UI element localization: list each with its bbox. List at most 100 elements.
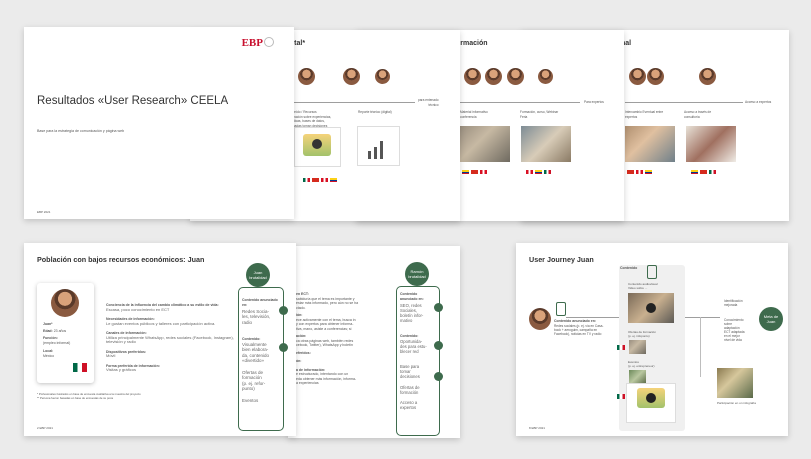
channel-heading: Contenido: bbox=[242, 337, 261, 341]
detail-body: Visitas y gráficos bbox=[106, 367, 136, 372]
persona-role: (empleo informal) bbox=[43, 341, 71, 345]
detail-line: cebook, Twitter), WhatsApp y boletín bbox=[296, 343, 353, 347]
video-thumbnail[interactable] bbox=[294, 127, 341, 167]
channel-dot bbox=[434, 341, 443, 350]
box-label: Contenido audiovisual Video sobre ... bbox=[628, 282, 658, 290]
mexico-flag-icon bbox=[73, 363, 87, 372]
persona-details: Conciencia de la influencia del cambio c… bbox=[106, 303, 236, 373]
slide-footer: 2 EBP 2021 bbox=[37, 426, 53, 430]
phone-icon bbox=[647, 265, 657, 279]
avatar bbox=[375, 69, 390, 84]
country-flags bbox=[526, 170, 553, 176]
country-flags bbox=[462, 170, 489, 176]
persona-card: Juan* Edad: 23 años Función: (empleo inf… bbox=[37, 283, 94, 383]
photo-workshop bbox=[521, 126, 571, 162]
play-icon[interactable] bbox=[312, 139, 322, 149]
column-label: Reporte técnico (digital) bbox=[358, 110, 392, 114]
slide-heading: ormación bbox=[456, 40, 488, 47]
channel-body: Eventos bbox=[242, 398, 259, 403]
channel-dot bbox=[279, 306, 288, 315]
photo-expert bbox=[686, 126, 736, 162]
column-label: Formación, curso, Webinar Feria bbox=[520, 110, 559, 119]
slide-heading: User Journey Juan bbox=[529, 255, 594, 264]
photo-event bbox=[629, 370, 646, 383]
announced-body: Redes sociales (p. ej. vía en Casa- book… bbox=[554, 324, 604, 336]
slide-persona-juan[interactable]: Población con bajos recursos económicos:… bbox=[24, 243, 296, 436]
arrow-line bbox=[685, 317, 720, 318]
persona-role-label: Función: bbox=[43, 336, 58, 340]
persona-country: México bbox=[43, 354, 55, 358]
video-thumbnail[interactable] bbox=[628, 293, 674, 323]
photo-infographic bbox=[717, 368, 753, 398]
photo-event bbox=[625, 126, 675, 162]
detail-line: tiva, mano, asiste a conferencias; si bbox=[296, 326, 352, 331]
avatar bbox=[529, 308, 551, 330]
photo-training bbox=[629, 340, 646, 354]
photo-conference bbox=[460, 126, 510, 162]
channel-dot bbox=[434, 372, 443, 381]
ebp-logo: EBP bbox=[242, 37, 274, 49]
arrow-line bbox=[566, 317, 619, 318]
audience-label: Acceso a expertos bbox=[745, 100, 772, 104]
country-flags bbox=[691, 170, 718, 176]
channel-body: Acceso a expertos bbox=[400, 400, 418, 410]
country-flags bbox=[303, 178, 339, 184]
avatar bbox=[298, 68, 315, 85]
persona-country-label: Local: bbox=[43, 349, 54, 353]
channel-body: Oportunida- des para estu- blecer red bbox=[400, 339, 427, 354]
avatar bbox=[485, 68, 502, 85]
arrow-line bbox=[700, 317, 701, 377]
detail-body: Utiliza principalmente WhatsApp, redes s… bbox=[106, 334, 234, 344]
column-label: Acceso a través de consultoría bbox=[684, 110, 712, 119]
detail-section: Canales de información: Utiliza principa… bbox=[106, 331, 236, 345]
divider bbox=[460, 102, 580, 103]
channel-body: Visualmente bien elabora- da, contenido … bbox=[242, 342, 270, 363]
audience-label: Para expertos bbox=[584, 100, 604, 104]
detail-line: ctado. bbox=[296, 305, 306, 310]
slide-persona-ramon[interactable]: Ramón brutalidad en ECT: sabiduría que e… bbox=[288, 246, 460, 438]
persona-age: Edad: 23 años bbox=[43, 329, 67, 333]
detail-body: Móvil bbox=[106, 353, 116, 358]
avatar bbox=[538, 69, 553, 84]
detail-line: a experiencias bbox=[296, 381, 319, 385]
video-card[interactable] bbox=[626, 383, 676, 423]
channel-body: Redes Socia- les, televisión, radio bbox=[242, 309, 271, 325]
channel-dot bbox=[434, 303, 443, 312]
photo-caption: Participación en un infografía bbox=[717, 401, 756, 405]
detail-section: Necesidades de información: Le gustan ev… bbox=[106, 317, 236, 326]
column-label: Material informativo conferencia bbox=[460, 110, 488, 119]
slide-heading: Población con bajos recursos económicos:… bbox=[37, 255, 205, 264]
detail-section: Forma preferida de información: Visitas … bbox=[106, 364, 236, 373]
slide-footer: EBP 2021 bbox=[37, 210, 51, 214]
avatar bbox=[51, 289, 79, 317]
avatar bbox=[629, 68, 646, 85]
slide-subtitle: Base para la estrategia de comunicación … bbox=[37, 129, 125, 133]
play-icon[interactable] bbox=[646, 393, 656, 403]
detail-line: ón: bbox=[296, 359, 302, 363]
outcome-label: Conocimiento sobre adaptación ECT adapta… bbox=[724, 318, 745, 342]
content-label: Contenido bbox=[620, 266, 638, 270]
persona-badge: Ramón brutalidad bbox=[405, 262, 429, 286]
announced-heading: Contenido anunciado en: bbox=[554, 319, 596, 323]
slide-title-text: Resultados «User Research» CEELA bbox=[37, 95, 229, 107]
channel-body: Base para tomar decisiones bbox=[400, 364, 420, 379]
phone-icon bbox=[556, 302, 566, 316]
detail-body: Le gustan eventos públicos y talleres co… bbox=[106, 320, 216, 326]
avatar bbox=[647, 68, 664, 85]
detail-line: eferidos: bbox=[296, 350, 311, 355]
channel-heading: Contenido anunciado en: bbox=[400, 292, 424, 301]
channel-body: Ofertas de formación (p. ej. refor- punt… bbox=[242, 370, 266, 391]
slide-title[interactable]: EBP Resultados «User Research» CEELA Bas… bbox=[24, 27, 294, 219]
divider bbox=[290, 102, 415, 103]
channel-dot bbox=[279, 343, 288, 352]
detail-body: Escasa, poco conocimiento en ECT bbox=[106, 306, 170, 312]
channel-heading: Contenido anunciado en: bbox=[242, 298, 278, 307]
slide-user-journey[interactable]: User Journey Juan Contenido Contenido an… bbox=[516, 243, 788, 436]
detail-section: Conciencia de la influencia del cambio c… bbox=[106, 303, 236, 312]
divider bbox=[625, 102, 743, 103]
mexico-flag-icon bbox=[617, 345, 625, 350]
avatar bbox=[464, 68, 481, 85]
channel-body: SEO, redes Sociales, boletín infor- mati… bbox=[400, 303, 424, 323]
slide-footer: 8 EBP 2021 bbox=[529, 426, 545, 430]
play-icon[interactable] bbox=[646, 303, 656, 313]
